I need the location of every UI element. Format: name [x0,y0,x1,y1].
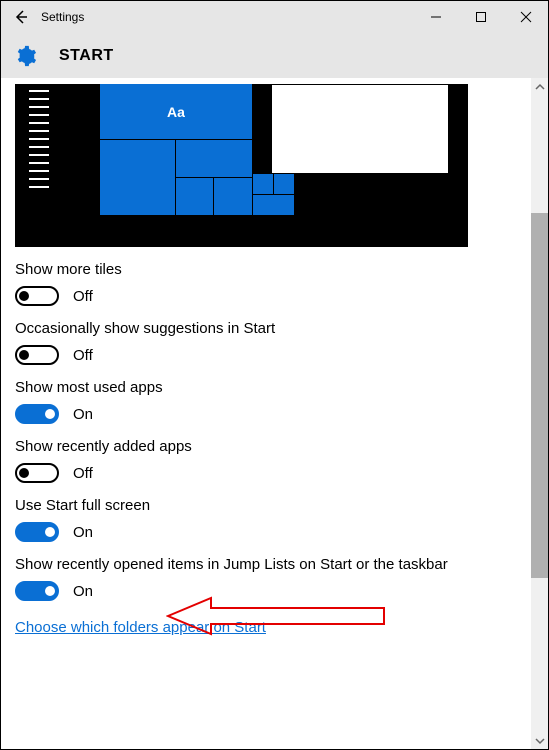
toggle-show-more-tiles[interactable] [15,286,59,306]
setting-show-recently-added: Show recently added apps Off [15,438,517,483]
vertical-scrollbar[interactable] [531,78,548,749]
toggle-state-text: On [73,583,93,600]
close-button[interactable] [503,1,548,33]
toggle-use-start-full-screen[interactable] [15,522,59,542]
start-preview-image: Aa [15,84,468,247]
toggle-state-text: Off [73,465,93,482]
setting-label: Occasionally show suggestions in Start [15,320,517,337]
gear-icon [15,45,37,67]
toggle-state-text: On [73,524,93,541]
chevron-down-icon [535,736,545,746]
settings-window: Settings START Aa [0,0,549,750]
setting-label: Show more tiles [15,261,517,278]
toggle-show-most-used[interactable] [15,404,59,424]
close-icon [520,11,532,23]
minimize-icon [430,11,442,23]
settings-content: Aa Show more tiles Off [1,78,531,749]
page-header: START [1,33,548,78]
choose-folders-link[interactable]: Choose which folders appear on Start [15,619,266,636]
toggle-show-suggestions[interactable] [15,345,59,365]
page-title: START [59,47,114,65]
toggle-state-text: On [73,406,93,423]
maximize-button[interactable] [458,1,503,33]
maximize-icon [475,11,487,23]
setting-label: Show most used apps [15,379,517,396]
preview-tile-aa: Aa [100,84,252,139]
chevron-up-icon [535,82,545,92]
window-title: Settings [41,10,84,24]
toggle-state-text: Off [73,288,93,305]
scroll-down-button[interactable] [531,732,548,749]
minimize-button[interactable] [413,1,458,33]
back-button[interactable] [1,1,41,33]
setting-jump-lists: Show recently opened items in Jump Lists… [15,556,517,601]
preview-tile-group-1: Aa [100,84,252,216]
titlebar: Settings [1,1,548,33]
scroll-up-button[interactable] [531,78,548,95]
toggle-show-recently-added[interactable] [15,463,59,483]
setting-show-suggestions: Occasionally show suggestions in Start O… [15,320,517,365]
toggle-jump-lists[interactable] [15,581,59,601]
preview-desktop-area [271,84,449,174]
setting-label: Use Start full screen [15,497,517,514]
scroll-thumb[interactable] [531,213,548,578]
toggle-state-text: Off [73,347,93,364]
setting-use-start-full-screen: Use Start full screen On [15,497,517,542]
setting-label: Show recently added apps [15,438,517,455]
setting-label: Show recently opened items in Jump Lists… [15,556,517,573]
setting-show-most-used: Show most used apps On [15,379,517,424]
back-arrow-icon [13,9,29,25]
setting-show-more-tiles: Show more tiles Off [15,261,517,306]
preview-menu-lines [29,90,49,188]
